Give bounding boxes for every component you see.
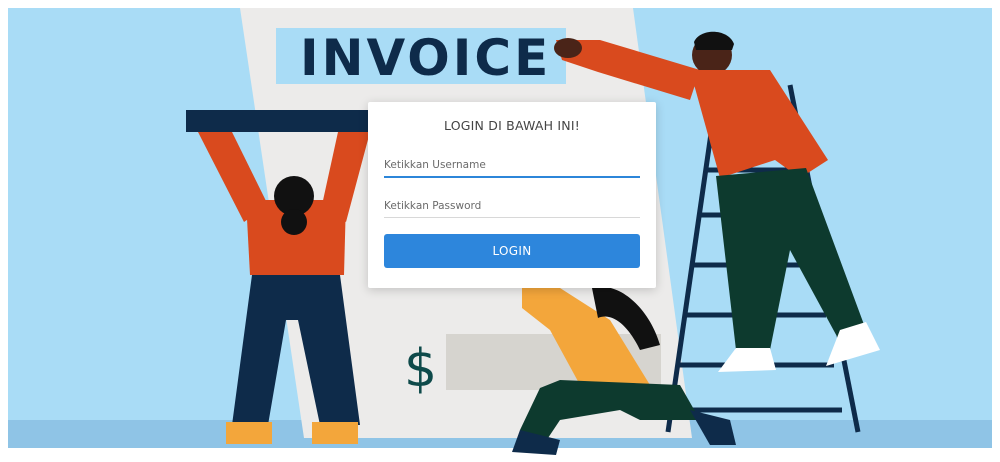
login-card: LOGIN DI BAWAH INI! LOGIN — [368, 102, 656, 288]
invoice-heading: INVOICE — [300, 29, 551, 87]
login-title: LOGIN DI BAWAH INI! — [444, 118, 580, 133]
username-input[interactable] — [384, 155, 640, 178]
login-page: INVOICE $ LOGIN DI BAWAH INI! Ketikkan U… — [0, 0, 1000, 462]
password-input[interactable] — [384, 196, 640, 218]
held-bar — [186, 110, 370, 132]
login-button[interactable]: LOGIN — [384, 234, 640, 268]
dollar-icon: $ — [404, 339, 437, 399]
